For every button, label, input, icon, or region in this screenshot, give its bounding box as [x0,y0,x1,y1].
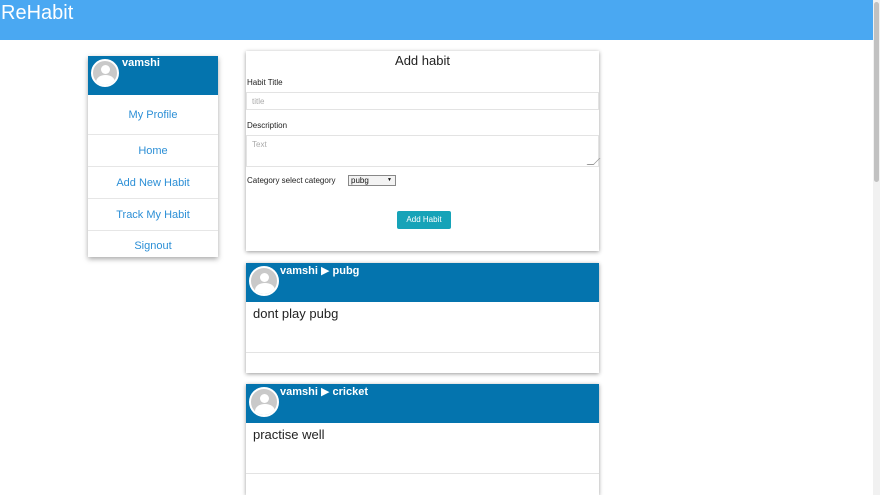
sidebar-item-signout[interactable]: Signout [88,230,218,257]
add-habit-button[interactable]: Add Habit [397,211,451,229]
post-category: cricket [332,386,368,398]
top-navbar: ReHabit [0,0,873,40]
scrollbar-thumb[interactable] [874,2,879,182]
post-author-category: vamshi ▶ cricket [280,385,368,398]
avatar-body-shape [255,404,275,415]
category-selected-value: pubg [351,176,369,185]
sidebar-item-home[interactable]: Home [88,134,218,166]
sidebar: vamshi My Profile Home Add New Habit Tra… [88,56,218,257]
post-footer-divider [246,473,599,474]
avatar [91,59,119,87]
avatar [249,387,279,417]
arrow-right-icon: ▶ [320,386,330,398]
arrow-right-icon: ▶ [320,265,330,277]
profile-username: vamshi [122,57,160,69]
post-author-category: vamshi ▶ pubg [280,264,359,277]
dropdown-arrow-icon: ▼ [387,177,392,183]
avatar [249,266,279,296]
description-label: Description [247,121,288,130]
category-select[interactable]: pubg ▼ [348,175,396,186]
sidebar-item-track-my-habit[interactable]: Track My Habit [88,198,218,230]
post-category: pubg [332,265,360,277]
habit-post-card: vamshi ▶ pubg dont play pubg [246,263,599,373]
post-text: dont play pubg [253,306,339,321]
avatar-head-shape [101,65,110,74]
avatar-head-shape [260,394,269,403]
avatar-head-shape [260,273,269,282]
post-author: vamshi [280,386,318,398]
habit-post-card: vamshi ▶ cricket practise well [246,384,599,495]
habit-title-input[interactable] [246,92,599,110]
page-scrollbar[interactable] [873,0,880,495]
post-header: vamshi ▶ pubg [246,263,599,302]
sidebar-item-my-profile[interactable]: My Profile [88,96,218,134]
profile-header: vamshi [88,56,218,95]
sidebar-item-add-new-habit[interactable]: Add New Habit [88,166,218,198]
habit-title-label: Habit Title [247,78,283,87]
post-header: vamshi ▶ cricket [246,384,599,423]
post-author: vamshi [280,265,318,277]
post-footer-divider [246,352,599,353]
avatar-body-shape [255,283,275,294]
brand-logo[interactable]: ReHabit [1,1,73,25]
add-habit-card: Add habit Habit Title Description Catego… [246,51,601,251]
avatar-body-shape [96,75,115,85]
description-textarea[interactable] [246,135,599,167]
post-text: practise well [253,427,325,442]
category-label: Category select category [247,176,336,185]
form-title: Add habit [395,53,450,68]
description-wrapper [246,135,601,167]
